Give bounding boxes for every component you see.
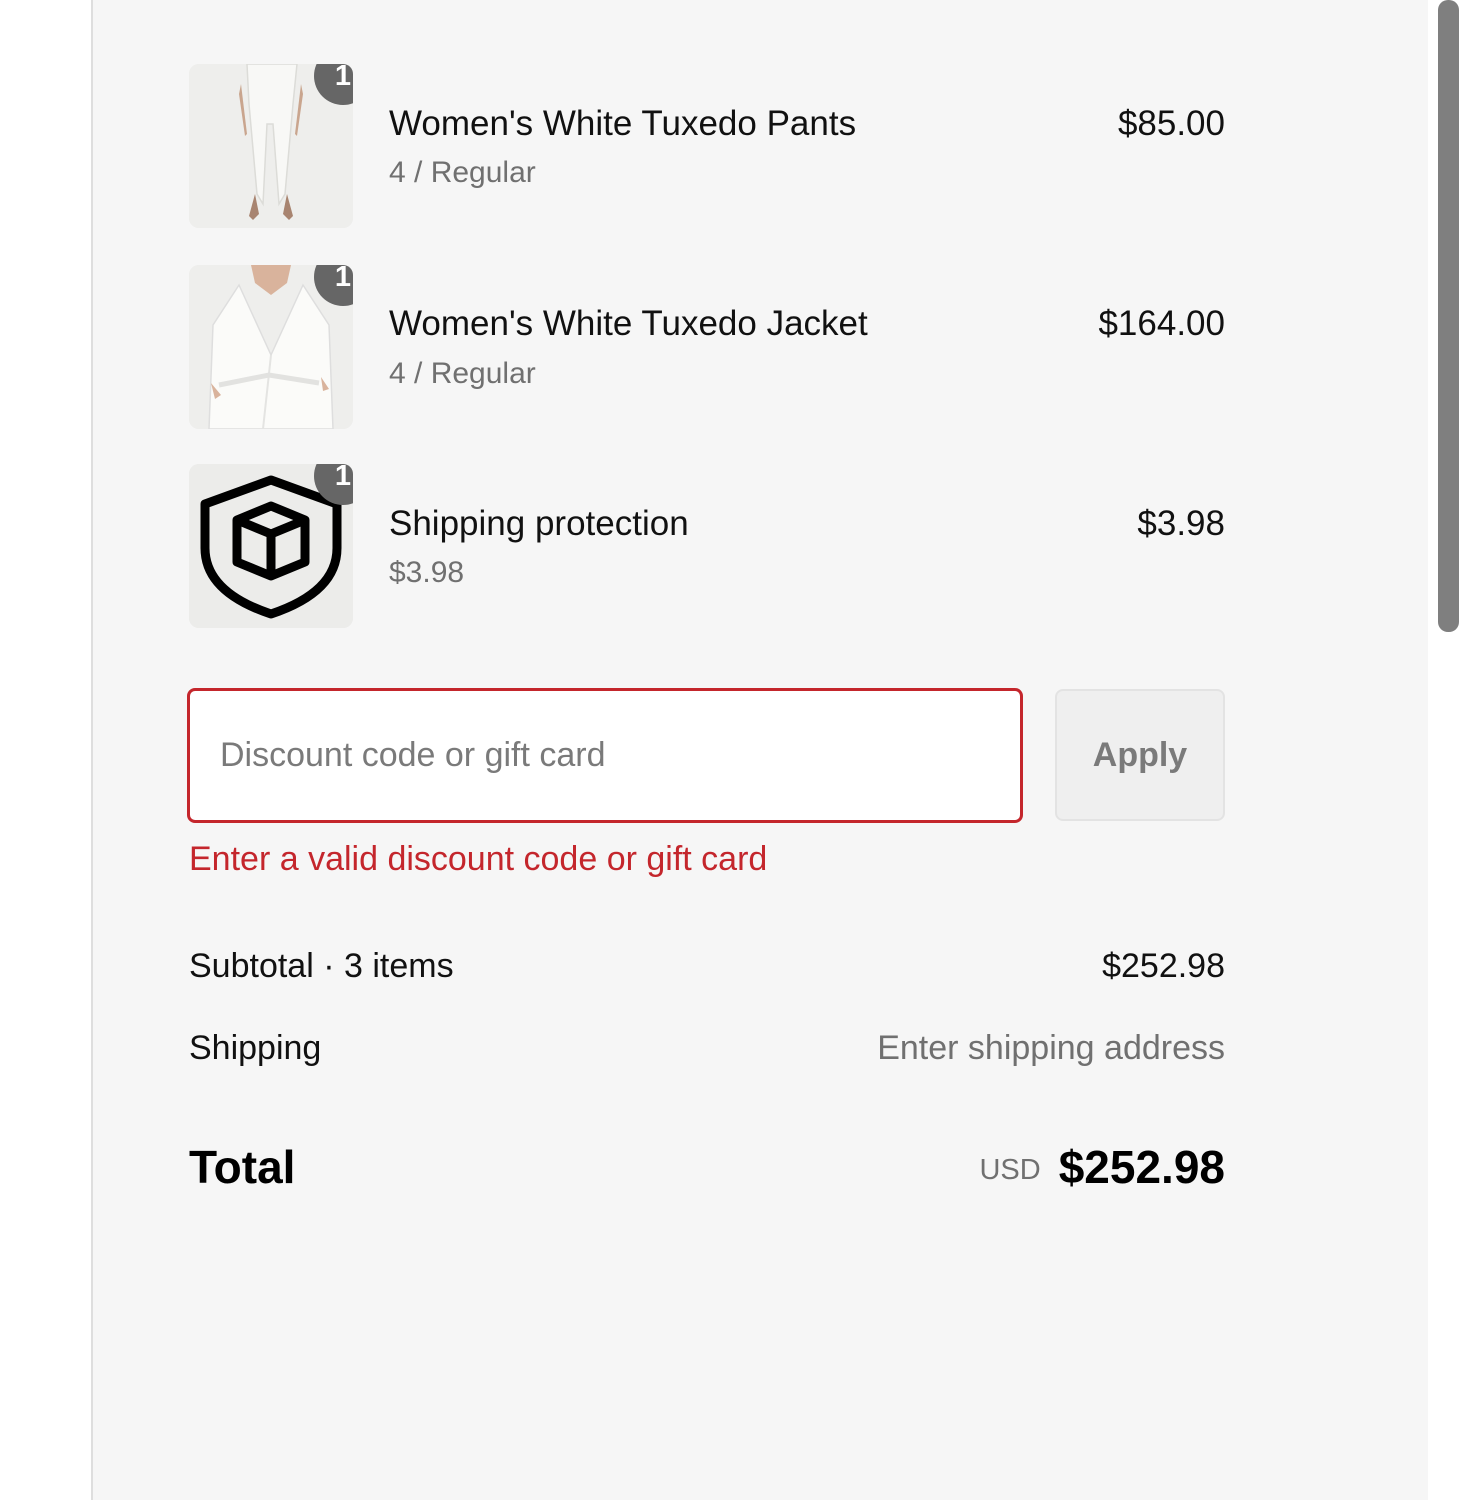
item-price: $85.00 <box>1117 104 1225 143</box>
item-name: Women's White Tuxedo Pants <box>389 104 857 143</box>
line-item: 1 Women's White Tuxedo Pants 4 / Regular… <box>189 64 1225 228</box>
scrollbar-thumb[interactable] <box>1438 0 1459 632</box>
item-variant: 4 / Regular <box>389 156 536 189</box>
total-amount-wrap: USD $252.98 <box>979 1140 1225 1194</box>
discount-error-message: Enter a valid discount code or gift card <box>189 840 768 878</box>
item-price: $164.00 <box>1098 304 1225 343</box>
currency-code: USD <box>979 1154 1041 1186</box>
subtotal-label: Subtotal · 3 items <box>189 947 454 985</box>
shipping-value: Enter shipping address <box>877 1029 1225 1067</box>
subtotal-value: $252.98 <box>1102 947 1225 985</box>
discount-code-input[interactable] <box>187 688 1023 823</box>
line-item: 1 Shipping protection $3.98 $3.98 <box>189 464 1225 628</box>
shipping-label: Shipping <box>189 1029 322 1067</box>
item-variant: 4 / Regular <box>389 357 536 390</box>
total-label: Total <box>189 1141 296 1193</box>
product-image-pants: 1 <box>189 64 353 228</box>
item-price: $3.98 <box>1137 504 1225 543</box>
apply-discount-button[interactable]: Apply <box>1055 689 1225 821</box>
line-item: 1 Women's White Tuxedo Jacket 4 / Regula… <box>189 265 1225 429</box>
item-name: Women's White Tuxedo Jacket <box>389 304 868 343</box>
total-amount: $252.98 <box>1058 1141 1225 1193</box>
item-name: Shipping protection <box>389 504 689 543</box>
product-image-jacket: 1 <box>189 265 353 429</box>
left-gutter <box>0 0 91 1500</box>
product-image-shipping-protection: 1 <box>189 464 353 628</box>
item-variant: $3.98 <box>389 556 465 589</box>
total-row: Total USD $252.98 <box>189 1140 1225 1200</box>
